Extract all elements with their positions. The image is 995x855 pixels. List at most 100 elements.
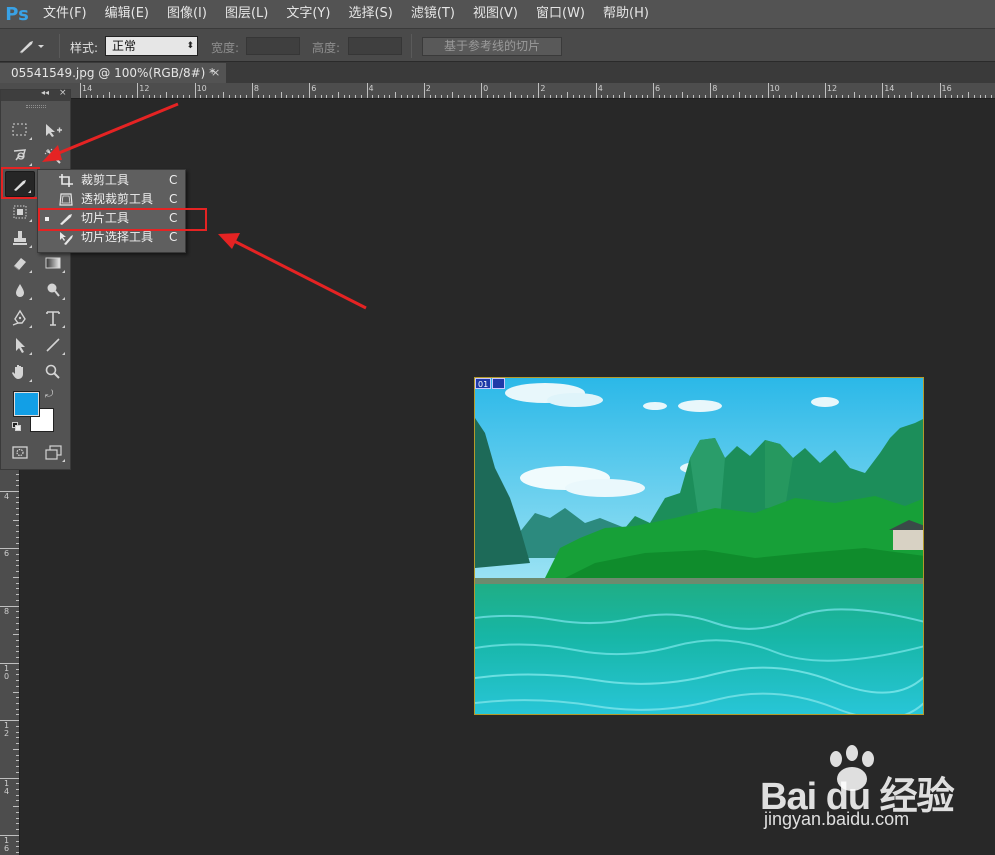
ruler-tick <box>641 95 643 98</box>
menu-file[interactable]: 文件(F) <box>34 0 96 28</box>
ruler-tick <box>85 95 87 98</box>
ruler-tick <box>400 95 402 98</box>
ruler-tick <box>395 92 397 98</box>
move-tool[interactable] <box>38 117 68 143</box>
ruler-tick <box>16 668 19 670</box>
ruler-tick <box>16 766 19 768</box>
ruler-tick <box>377 95 379 98</box>
document-tab[interactable]: 05541549.jpg @ 100%(RGB/8#) * × <box>0 63 226 83</box>
ruler-tick <box>16 531 19 533</box>
swap-colors-icon[interactable]: ⤾ <box>45 389 53 400</box>
menu-edit[interactable]: 编辑(E) <box>96 0 158 28</box>
path-selection-tool[interactable] <box>5 332 35 358</box>
ruler-tick <box>120 95 122 98</box>
ruler-tick <box>899 95 901 98</box>
ruler-tick <box>853 92 855 98</box>
zoom-tool[interactable] <box>38 359 68 385</box>
flyout-item-crop[interactable]: 裁剪工具 C <box>38 171 185 190</box>
ruler-label: 4 <box>4 492 10 501</box>
ruler-tick <box>887 95 889 98</box>
quick-mask-button[interactable] <box>5 439 35 465</box>
document-image[interactable] <box>474 377 924 715</box>
ruler-tick <box>647 95 649 98</box>
ruler-tick <box>979 95 981 98</box>
type-tool[interactable] <box>38 305 68 331</box>
ruler-tick <box>779 95 781 98</box>
ruler-tick <box>0 720 19 722</box>
clone-stamp-tool[interactable] <box>5 225 35 251</box>
lasso-tool[interactable] <box>5 143 35 169</box>
ruler-tick <box>0 605 19 607</box>
width-input[interactable] <box>246 37 300 55</box>
hand-tool[interactable] <box>5 359 35 385</box>
pen-tool[interactable] <box>5 305 35 331</box>
tools-panel-header[interactable]: ◂◂ × <box>1 88 70 101</box>
ruler-tick <box>349 95 351 98</box>
menu-select[interactable]: 选择(S) <box>339 0 401 28</box>
menu-filter[interactable]: 滤镜(T) <box>402 0 464 28</box>
menu-window[interactable]: 窗口(W) <box>527 0 594 28</box>
ruler-tick <box>188 95 190 98</box>
ruler-tick <box>824 83 826 98</box>
ruler-tick <box>332 95 334 98</box>
ruler-tick <box>859 95 861 98</box>
close-icon[interactable]: × <box>211 63 220 83</box>
dodge-icon <box>47 283 60 297</box>
height-input[interactable] <box>348 37 402 55</box>
close-icon[interactable]: × <box>59 88 67 98</box>
ruler-tick <box>16 800 19 802</box>
ruler-tick <box>16 697 19 699</box>
gradient-tool[interactable] <box>38 250 68 276</box>
ruler-tick <box>733 95 735 98</box>
marquee-tool[interactable] <box>5 117 35 143</box>
ruler-tick <box>102 95 104 98</box>
menu-view[interactable]: 视图(V) <box>464 0 527 28</box>
ruler-tick <box>16 674 19 676</box>
slices-from-guides-button[interactable]: 基于参考线的切片 <box>422 37 562 56</box>
ruler-tick <box>16 639 19 641</box>
ruler-tick <box>257 95 259 98</box>
ruler-tick <box>246 95 248 98</box>
ruler-tick <box>16 708 19 710</box>
ruler-tick <box>0 834 19 836</box>
ruler-tick <box>16 651 19 653</box>
screen-mode-button[interactable] <box>38 439 68 465</box>
magic-wand-tool[interactable] <box>38 143 68 169</box>
ruler-tick <box>16 783 19 785</box>
style-select-value: 正常 <box>112 39 137 53</box>
foreground-color-swatch[interactable] <box>13 391 40 417</box>
ruler-label: 10 <box>769 84 780 93</box>
ruler-tick <box>842 95 844 98</box>
menu-help[interactable]: 帮助(H) <box>594 0 658 28</box>
style-select[interactable]: 正常 ⬍ <box>105 36 198 56</box>
ruler-tick <box>544 95 546 98</box>
blur-tool[interactable] <box>5 277 35 303</box>
dodge-tool[interactable] <box>38 277 68 303</box>
ruler-tick <box>16 840 19 842</box>
menu-type[interactable]: 文字(Y) <box>277 0 339 28</box>
panel-grip[interactable] <box>26 105 46 108</box>
ruler-tick <box>612 95 614 98</box>
ruler-tick <box>16 703 19 704</box>
tool-preset-picker[interactable] <box>16 36 46 56</box>
style-label: 样式: <box>70 41 99 55</box>
flyout-item-perspective-crop[interactable]: 透视裁剪工具 C <box>38 190 185 209</box>
line-tool[interactable] <box>38 332 68 358</box>
magnifier-icon <box>45 364 60 379</box>
menu-image[interactable]: 图像(I) <box>158 0 216 28</box>
ruler-tick <box>790 95 792 98</box>
collapse-icon[interactable]: ◂◂ <box>41 88 49 97</box>
ruler-tick <box>16 829 19 831</box>
slice-badge[interactable]: 01 <box>475 378 506 389</box>
default-colors-icon[interactable] <box>12 422 21 431</box>
eraser-tool[interactable] <box>5 250 35 276</box>
ruler-tick <box>286 95 288 98</box>
ruler-tick <box>991 95 993 98</box>
ruler-tick <box>796 92 798 98</box>
ruler-tick <box>13 576 19 578</box>
ruler-tick <box>509 92 511 98</box>
menu-layer[interactable]: 图层(L) <box>216 0 277 28</box>
horizontal-ruler[interactable]: 14 12 10 8 6 4 2 0 2 4 6 8 10 12 14 16 <box>20 83 995 99</box>
ruler-tick <box>16 823 19 825</box>
eyedropper-tool[interactable] <box>5 199 35 225</box>
